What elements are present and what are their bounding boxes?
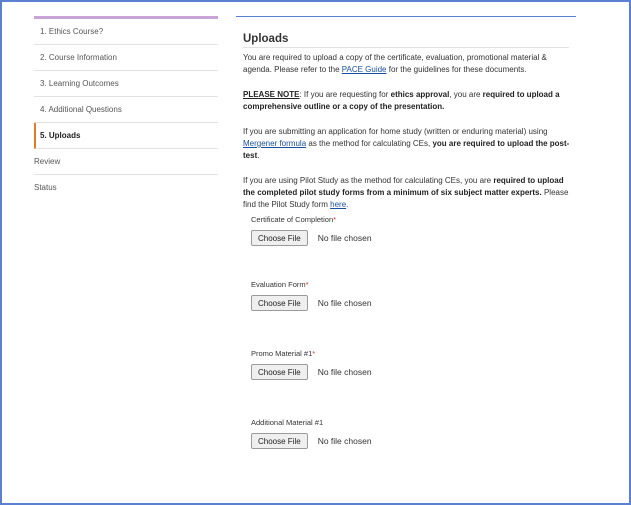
file-status: No file chosen (317, 298, 372, 308)
sidebar-item-ethics-course[interactable]: 1. Ethics Course? (34, 19, 218, 45)
pace-guide-link[interactable]: PACE Guide (342, 65, 387, 74)
note-label: PLEASE NOTE (243, 90, 300, 99)
home-study-paragraph: If you are submitting an application for… (243, 126, 577, 162)
note-paragraph: PLEASE NOTE: If you are requesting for e… (243, 89, 577, 113)
upload-additional: Additional Material #1 Choose File No fi… (251, 418, 576, 449)
sidebar-item-uploads[interactable]: 5. Uploads (34, 123, 218, 149)
choose-file-button-promo[interactable]: Choose File (251, 364, 308, 380)
intro-text-end: for the guidelines for these documents. (386, 65, 527, 74)
choose-file-button-evaluation[interactable]: Choose File (251, 295, 308, 311)
uploads-panel: Uploads You are required to upload a cop… (236, 16, 576, 449)
file-row: Choose File No file chosen (251, 295, 576, 311)
file-row: Choose File No file chosen (251, 230, 576, 246)
file-status: No file chosen (317, 233, 372, 243)
note-bold-ethics: ethics approval (390, 90, 450, 99)
field-label: Promo Material #1* (251, 349, 576, 359)
upload-evaluation: Evaluation Form* Choose File No file cho… (251, 280, 576, 311)
pilot-study-paragraph: If you are using Pilot Study as the meth… (243, 175, 577, 211)
intro-paragraph: You are required to upload a copy of the… (243, 52, 577, 76)
pilot-text-3: . (346, 200, 349, 209)
sidebar-item-course-information[interactable]: 2. Course Information (34, 45, 218, 71)
home-study-text: If you are submitting an application for… (243, 127, 548, 136)
sidebar-item-learning-outcomes[interactable]: 3. Learning Outcomes (34, 71, 218, 97)
field-label: Additional Material #1 (251, 418, 576, 428)
page-title: Uploads (243, 33, 569, 48)
mergener-formula-link[interactable]: Mergener formula (243, 139, 306, 148)
additional-label: Additional Material #1 (251, 418, 324, 427)
upload-promo: Promo Material #1* Choose File No file c… (251, 349, 576, 380)
file-status: No file chosen (317, 367, 372, 377)
file-row: Choose File No file chosen (251, 433, 576, 449)
step-sidebar: 1. Ethics Course? 2. Course Information … (34, 16, 218, 200)
sidebar-item-review[interactable]: Review (34, 149, 218, 175)
upload-certificate: Certificate of Completion* Choose File N… (251, 215, 576, 246)
pilot-form-link[interactable]: here (330, 200, 346, 209)
home-study-text-2: as the method for calculating CEs, (306, 139, 433, 148)
home-study-text-3: . (257, 151, 260, 160)
choose-file-button-certificate[interactable]: Choose File (251, 230, 308, 246)
field-label: Certificate of Completion* (251, 215, 576, 225)
sidebar-item-additional-questions[interactable]: 4. Additional Questions (34, 97, 218, 123)
field-label: Evaluation Form* (251, 280, 576, 290)
promo-label: Promo Material #1 (251, 349, 313, 358)
file-row: Choose File No file chosen (251, 364, 576, 380)
evaluation-label: Evaluation Form (251, 280, 306, 289)
note-text-2: , you are (449, 90, 483, 99)
sidebar-item-status[interactable]: Status (34, 175, 218, 200)
choose-file-button-additional[interactable]: Choose File (251, 433, 308, 449)
pilot-text: If you are using Pilot Study as the meth… (243, 176, 494, 185)
required-mark: * (333, 215, 337, 224)
certificate-label: Certificate of Completion (251, 215, 334, 224)
note-text: : If you are requesting for (299, 90, 391, 99)
required-mark: * (305, 280, 309, 289)
required-mark: * (312, 349, 316, 358)
file-status: No file chosen (317, 436, 372, 446)
